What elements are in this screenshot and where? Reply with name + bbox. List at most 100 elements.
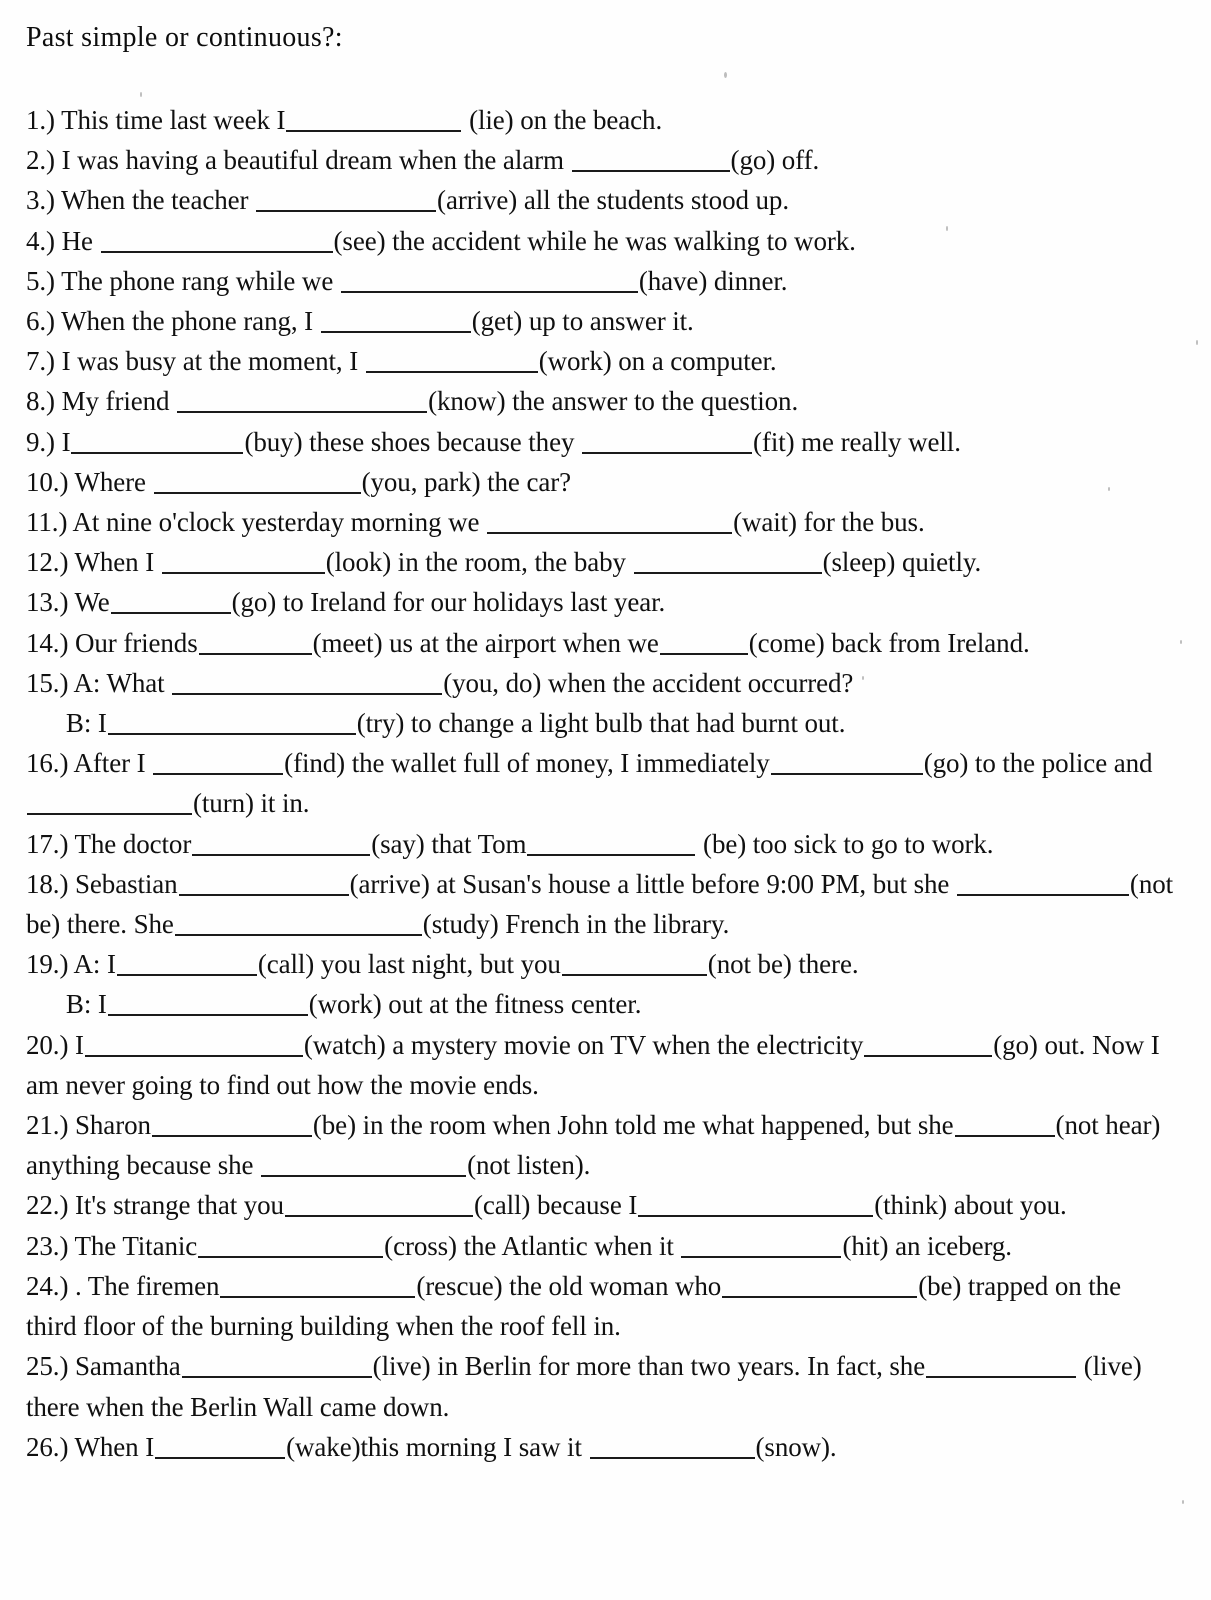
exercise-text: (go) to the police and <box>923 748 1160 779</box>
answer-blank[interactable] <box>151 1110 312 1138</box>
answer-blank[interactable] <box>284 1191 473 1218</box>
answer-blank[interactable] <box>770 748 923 776</box>
exercise-text: (try) to change a light bulb that had bu… <box>356 708 846 739</box>
exercise-text: 12.) When I <box>26 547 161 578</box>
exercise-text: (see) the accident while he was walking … <box>333 225 856 256</box>
exercise-text: (rescue) the old woman who <box>416 1270 722 1301</box>
answer-blank[interactable] <box>174 909 422 937</box>
exercise-text: (work) on a computer. <box>538 346 777 377</box>
answer-blank[interactable] <box>956 869 1129 896</box>
exercise-item: 14.) Our friends (meet) us at the airport… <box>26 623 1177 663</box>
exercise-item: 6.) When the phone rang, I (get) up to a… <box>26 301 1177 341</box>
answer-blank[interactable] <box>582 427 753 454</box>
exercise-text: (work) out at the fitness center. <box>308 989 642 1020</box>
answer-blank[interactable] <box>220 1271 416 1298</box>
answer-blank[interactable] <box>153 748 284 776</box>
exercise-text: (you, do) when the accident occurred? <box>443 667 854 698</box>
answer-blank[interactable] <box>84 1030 303 1057</box>
exercise-text: 25.) Samantha <box>26 1351 181 1382</box>
answer-blank[interactable] <box>155 1432 286 1459</box>
answer-blank[interactable] <box>178 869 349 896</box>
exercise-text: 1.) This time last week I <box>26 105 286 135</box>
exercise-item: 23.) The Titanic (cross) the Atlantic whe… <box>26 1226 1177 1266</box>
exercise-text: 20.) I <box>26 1029 84 1060</box>
exercise-item: 10.) Where (you, park) the car? <box>26 462 1177 502</box>
answer-blank[interactable] <box>153 467 361 494</box>
exercise-item: 7.) I was busy at the moment, I (work) o… <box>26 341 1177 381</box>
answer-blank[interactable] <box>571 145 730 173</box>
exercise-text: (not listen). <box>467 1150 591 1181</box>
answer-blank[interactable] <box>589 1432 755 1459</box>
answer-blank[interactable] <box>27 789 192 816</box>
exercise-text: (go) to Ireland for our holidays last ye… <box>231 587 666 618</box>
exercise-text: 4.) He <box>26 225 100 256</box>
exercise-text: 5.) The phone rang while we <box>26 265 340 296</box>
exercise-text: 19.) A: I <box>26 949 116 980</box>
exercise-text: 21.) Sharon <box>26 1110 151 1141</box>
worksheet-page: Past simple or continuous?: 1.) This tim… <box>0 0 1211 1600</box>
exercise-text: 22.) It's strange that you <box>26 1190 284 1221</box>
exercise-text: B: I <box>26 989 107 1020</box>
answer-blank[interactable] <box>681 1231 842 1258</box>
exercise-text: 9.) I <box>26 426 71 457</box>
answer-blank[interactable] <box>172 668 443 695</box>
answer-blank[interactable] <box>110 588 231 615</box>
exercise-text: B: I <box>26 708 107 739</box>
answer-blank[interactable] <box>320 306 471 334</box>
exercise-item: 12.) When I (look) in the room, the baby… <box>26 542 1177 582</box>
answer-blank[interactable] <box>192 829 371 856</box>
exercise-text: 6.) When the phone rang, I <box>26 306 320 337</box>
exercise-text: 23.) The Titanic <box>26 1230 198 1261</box>
exercise-item: 21.) Sharon (be) in the room when John to… <box>26 1105 1177 1185</box>
exercise-item: 16.) After I (find) the wallet full of m… <box>26 743 1177 823</box>
answer-blank[interactable] <box>633 547 822 575</box>
answer-blank[interactable] <box>340 266 638 293</box>
exercise-text: (lie) on the beach. <box>462 105 663 135</box>
answer-blank[interactable] <box>177 387 428 414</box>
answer-blank[interactable] <box>116 949 257 977</box>
exercise-item: 9.) I (buy) these shoes because they (fit… <box>26 422 1177 462</box>
exercise-text: (arrive) all the students stood up. <box>437 185 789 216</box>
answer-blank[interactable] <box>100 226 333 253</box>
answer-blank[interactable] <box>487 507 733 535</box>
exercise-item: 26.) When I (wake)this morning I saw it (… <box>26 1427 1177 1467</box>
answer-blank[interactable] <box>926 1351 1077 1379</box>
answer-blank[interactable] <box>286 105 462 132</box>
exercise-text: (not be) there. <box>707 949 859 980</box>
answer-blank[interactable] <box>527 829 696 856</box>
exercise-item: 3.) When the teacher (arrive) all the st… <box>26 180 1177 220</box>
exercise-text: (sleep) quietly. <box>822 547 982 578</box>
exercise-text: (cross) the Atlantic when it <box>384 1230 681 1261</box>
answer-blank[interactable] <box>161 547 325 575</box>
exercise-text: (hit) an iceberg. <box>842 1230 1012 1261</box>
exercise-item: 13.) We (go) to Ireland for our holidays … <box>26 582 1177 622</box>
answer-blank[interactable] <box>864 1030 993 1057</box>
exercise-text: 15.) A: What <box>26 667 172 698</box>
answer-blank[interactable] <box>722 1271 918 1298</box>
answer-blank[interactable] <box>256 186 437 213</box>
exercise-text: 26.) When I <box>26 1431 155 1462</box>
answer-blank[interactable] <box>638 1191 874 1218</box>
exercise-text: 16.) After I <box>26 748 153 779</box>
answer-blank[interactable] <box>954 1110 1055 1138</box>
exercise-text: (call) you last night, but you <box>257 949 561 980</box>
answer-blank[interactable] <box>561 949 707 977</box>
answer-blank[interactable] <box>107 708 356 736</box>
exercise-text: (get) up to answer it. <box>471 306 694 337</box>
exercise-text: (call) because I <box>473 1190 638 1221</box>
answer-blank[interactable] <box>365 346 538 374</box>
exercise-text: 17.) The doctor <box>26 828 192 859</box>
exercise-text: (turn) it in. <box>193 788 310 819</box>
answer-blank[interactable] <box>198 1231 384 1258</box>
answer-blank[interactable] <box>261 1150 467 1178</box>
answer-blank[interactable] <box>71 427 244 454</box>
answer-blank[interactable] <box>181 1351 372 1379</box>
answer-blank[interactable] <box>659 628 748 655</box>
exercise-item: B: I (try) to change a light bulb that ha… <box>26 703 1177 743</box>
exercise-text: (be) too sick to go to work. <box>696 828 994 859</box>
answer-blank[interactable] <box>107 990 308 1017</box>
exercise-text: (say) that Tom <box>371 828 527 859</box>
exercise-item: 18.) Sebastian (arrive) at Susan's house … <box>26 864 1177 944</box>
answer-blank[interactable] <box>198 628 312 655</box>
page-title: Past simple or continuous?: <box>26 22 343 53</box>
